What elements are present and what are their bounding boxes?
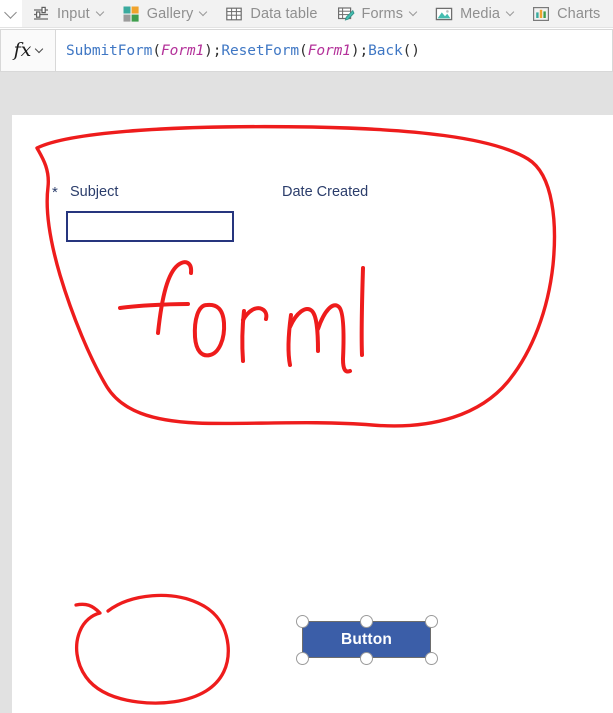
field-label-date-created: Date Created	[282, 184, 369, 200]
bar-chart-icon	[533, 6, 550, 21]
insert-ribbon: Input Gallery Data table Forms Media Cha…	[0, 0, 613, 28]
forms-pencil-icon	[337, 6, 354, 21]
ink-oval-button	[74, 593, 230, 705]
formula-token: (	[299, 42, 308, 59]
ink-handwriting-form1	[118, 260, 365, 374]
ribbon-item-label: Input	[57, 5, 90, 22]
required-marker: *	[52, 184, 58, 201]
editor-gap-band	[0, 72, 613, 115]
ribbon-item-label: Charts	[557, 5, 601, 22]
resize-handle-bottom-center[interactable]	[360, 652, 373, 665]
sliders-icon	[34, 6, 48, 20]
ribbon-item-label: Data table	[250, 5, 318, 22]
resize-handle-top-left[interactable]	[296, 615, 309, 628]
chevron-down-icon[interactable]	[35, 44, 44, 54]
formula-token: Back	[368, 42, 403, 59]
ribbon-item-label: Forms	[361, 5, 404, 22]
resize-handle-bottom-left[interactable]	[296, 652, 309, 665]
formula-token: ()	[402, 42, 420, 59]
ribbon-overflow-left[interactable]	[0, 0, 22, 27]
ribbon-item-charts[interactable]: Charts	[522, 0, 609, 27]
ribbon-item-media[interactable]: Media	[425, 0, 522, 27]
app-canvas[interactable]: * Subject Date Created Button	[12, 115, 613, 713]
formula-text: SubmitForm(Form1);ResetForm(Form1);Back(…	[66, 43, 420, 59]
chevron-down-icon[interactable]	[505, 7, 515, 17]
ribbon-item-input[interactable]: Input	[22, 0, 112, 27]
formula-token: Form1	[160, 42, 205, 59]
field-label-subject: Subject	[70, 184, 119, 200]
editor-left-gutter	[0, 115, 12, 713]
image-icon	[435, 7, 453, 20]
formula-bar: fx SubmitForm(Form1);ResetForm(Form1);Ba…	[0, 29, 613, 72]
resize-handle-top-center[interactable]	[360, 615, 373, 628]
button-label: Button	[340, 630, 393, 648]
gallery-grid-icon	[123, 6, 139, 22]
ribbon-item-label: Gallery	[146, 5, 194, 22]
chevron-down-icon[interactable]	[95, 7, 104, 17]
ribbon-item-forms[interactable]: Forms	[327, 0, 426, 27]
fx-dropdown-button[interactable]: fx	[0, 29, 56, 72]
ribbon-item-data-table[interactable]: Data table	[215, 0, 326, 27]
formula-token: SubmitForm	[66, 42, 153, 59]
formula-token: ResetForm	[221, 42, 300, 59]
subject-input[interactable]	[66, 211, 234, 242]
fx-label: fx	[13, 39, 32, 61]
chevron-left-icon	[3, 5, 17, 19]
ribbon-item-label: Media	[460, 5, 501, 22]
formula-token: );	[204, 42, 222, 59]
ink-oval-form	[35, 124, 557, 428]
formula-token: );	[350, 42, 369, 59]
ribbon-item-gallery[interactable]: Gallery	[112, 0, 216, 27]
resize-handle-bottom-right[interactable]	[425, 652, 438, 665]
formula-input[interactable]: SubmitForm(Form1);ResetForm(Form1);Back(…	[56, 29, 613, 72]
formula-token: Form1	[307, 42, 351, 59]
chevron-down-icon[interactable]	[408, 7, 418, 17]
chevron-down-icon[interactable]	[199, 7, 208, 17]
formula-token: (	[152, 42, 161, 59]
power-apps-editor: Input Gallery Data table Forms Media Cha…	[0, 0, 613, 713]
table-grid-icon	[226, 7, 243, 20]
resize-handle-top-right[interactable]	[425, 615, 438, 628]
